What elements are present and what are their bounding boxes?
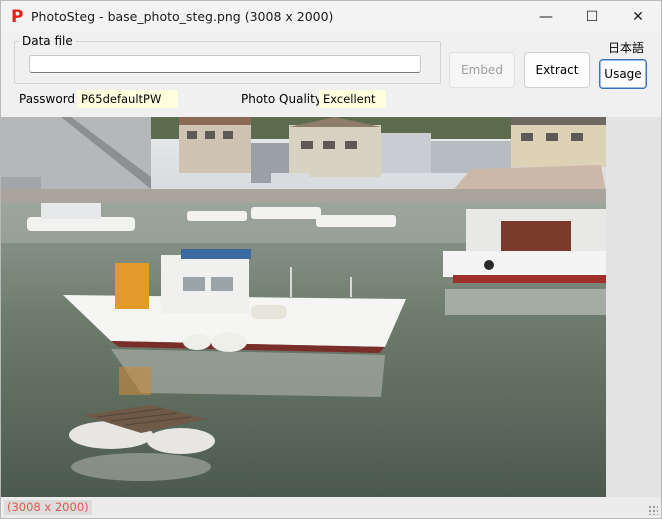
data-file-input[interactable] bbox=[29, 55, 421, 73]
minimize-icon: — bbox=[539, 8, 553, 25]
harbor-photo bbox=[1, 117, 606, 497]
status-bar: (3008 x 2000) bbox=[1, 497, 661, 518]
photo-preview bbox=[1, 117, 606, 497]
password-label: Password bbox=[19, 92, 76, 106]
title-bar[interactable]: P PhotoSteg - base_photo_steg.png (3008 … bbox=[1, 1, 661, 32]
extract-button[interactable]: Extract bbox=[524, 52, 590, 88]
side-panel bbox=[606, 117, 661, 497]
maximize-icon: ☐ bbox=[585, 8, 599, 25]
language-link[interactable]: 日本語 bbox=[608, 39, 644, 56]
window-title: PhotoSteg - base_photo_steg.png (3008 x … bbox=[31, 9, 334, 24]
photo-quality-select[interactable]: Excellent bbox=[319, 90, 386, 108]
embed-button[interactable]: Embed bbox=[449, 52, 515, 88]
password-field[interactable]: P65defaultPW bbox=[77, 90, 178, 108]
data-file-label: Data file bbox=[19, 34, 76, 48]
minimize-button[interactable]: — bbox=[523, 1, 569, 32]
app-window: P PhotoSteg - base_photo_steg.png (3008 … bbox=[0, 0, 662, 519]
photo-quality-label: Photo Quality bbox=[241, 92, 322, 106]
usage-button[interactable]: Usage bbox=[599, 59, 647, 89]
app-logo-icon: P bbox=[11, 7, 24, 27]
maximize-button[interactable]: ☐ bbox=[569, 1, 615, 32]
close-button[interactable]: ✕ bbox=[615, 1, 661, 32]
status-dimensions: (3008 x 2000) bbox=[4, 500, 92, 515]
close-icon: ✕ bbox=[632, 8, 644, 25]
resize-grip-icon[interactable] bbox=[648, 505, 658, 515]
